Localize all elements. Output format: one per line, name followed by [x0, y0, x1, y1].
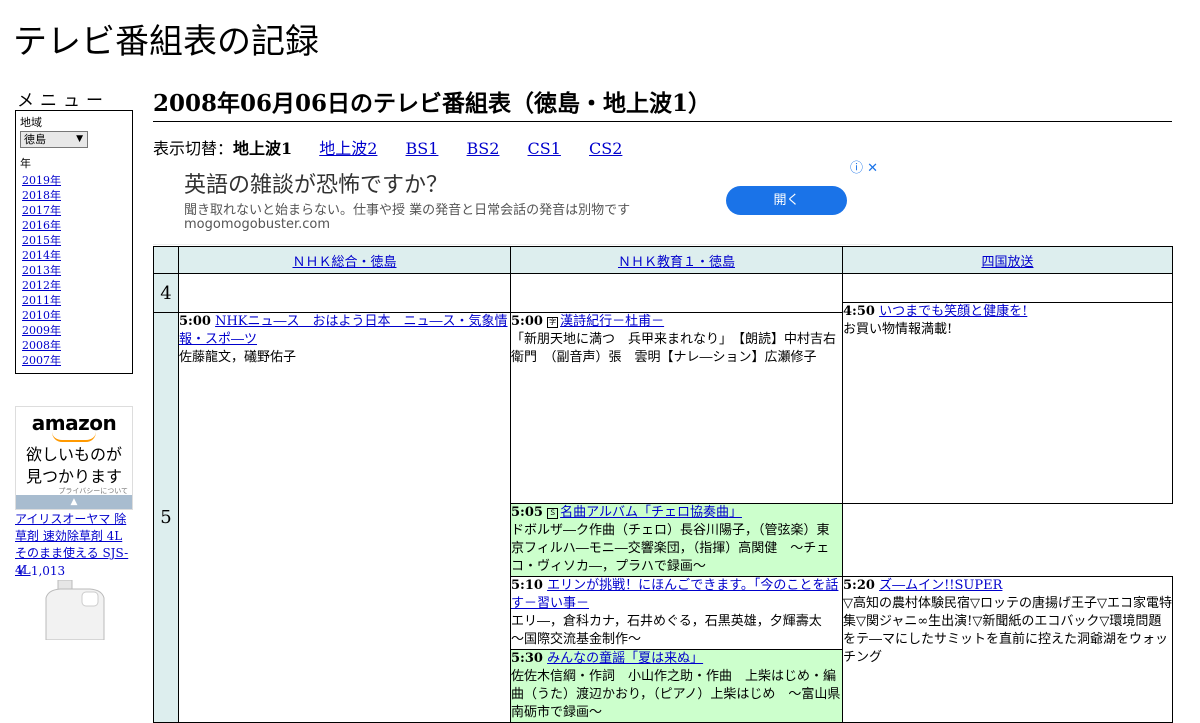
caption-icon: 字	[547, 317, 559, 328]
year-link-2010[interactable]: 2010年	[22, 309, 61, 322]
program-cell: 5:00 字漢詩紀行－杜甫－ 「新朋天地に満つ 兵甲来まれなり」 【朗読】中村吉…	[510, 312, 843, 504]
program-time: 4:50	[843, 304, 875, 319]
program-time: 5:20	[843, 578, 875, 593]
ad-tagline-1: 欲しいものが	[25, 445, 122, 464]
year-link-2007[interactable]: 2007年	[22, 354, 61, 367]
year-link-2012[interactable]: 2012年	[22, 279, 61, 292]
program-time: 5:00	[511, 314, 543, 329]
program-title-link[interactable]: みんなの童謡「夏は来ぬ」	[547, 651, 703, 666]
program-cell: 5:10 エリンが挑戦！にほんごできます。「今のことを話す－習い事－ エリ―，倉…	[510, 576, 843, 650]
ad-expand-bar[interactable]: ▲	[16, 495, 132, 509]
banner-text: 聞き取れないと始まらない。仕事や授 業の発音と日常会話の発音は別物です	[184, 203, 631, 218]
program-desc: 「新朋天地に満つ 兵甲来まれなり」 【朗読】中村吉右衛門 （副音声）張 雲明【ナ…	[511, 332, 837, 365]
year-link-2014[interactable]: 2014年	[22, 249, 61, 262]
year-link-2017[interactable]: 2017年	[22, 204, 61, 217]
menu-heading: メニュー	[17, 91, 109, 111]
program-desc: お買い物情報満載!	[843, 322, 953, 337]
year-link-2009[interactable]: 2009年	[22, 324, 61, 337]
hour-cell: 4	[153, 273, 179, 313]
program-title-link[interactable]: いつまでも笑顔と健康を!	[879, 304, 1027, 319]
program-time: 5:05	[511, 505, 543, 520]
amazon-ad[interactable]: amazon 欲しいものが 見つかります プライバシーについて ▲	[15, 406, 133, 510]
program-title-link[interactable]: NHKニュ―ス おはよう日本 ニュ―ス・気象情報・スポ―ツ	[179, 314, 508, 347]
site-title: テレビ番組表の記録	[13, 22, 319, 62]
year-link-2011[interactable]: 2011年	[22, 294, 61, 307]
year-link-2015[interactable]: 2015年	[22, 234, 61, 247]
region-label: 地域	[20, 116, 42, 129]
channel-link-nhk-edu[interactable]: ＮＨＫ教育１・徳島	[618, 255, 735, 270]
empty-cell	[510, 273, 843, 313]
program-desc: ドボルザ―ク作曲（チェロ）長谷川陽子，（管弦楽）東京フィルハ―モニ―交響楽団，（…	[511, 523, 830, 574]
banner-domain: mogomogobuster.com	[184, 217, 331, 232]
program-desc: 佐藤龍文，礒野佑子	[179, 350, 297, 365]
empty-cell	[178, 273, 511, 313]
channel-header: 四国放送	[842, 246, 1173, 274]
program-desc: ▽高知の農村体験民宿▽ロッテの唐揚げ王子▽エコ家電特集▽関ジャニ∞生出演!▽新聞…	[843, 596, 1172, 665]
menu-box: 地域 徳島 ▼ 年 2019年 2018年 2017年 2016年 2015年 …	[15, 110, 133, 374]
year-link-2013[interactable]: 2013年	[22, 264, 61, 277]
program-cell: 4:50 いつまでも笑顔と健康を! お買い物情報満載!	[842, 302, 1173, 504]
program-guide-table: ＮＨＫ総合・徳島 ＮＨＫ教育１・徳島 四国放送 4 4:50 いつまでも笑顔と健…	[153, 246, 1173, 723]
year-link-2018[interactable]: 2018年	[22, 189, 61, 202]
program-time: 5:10	[511, 578, 543, 593]
stereo-icon: Ｓ	[547, 508, 559, 519]
caret-up-icon: ▲	[70, 497, 78, 507]
year-link-2019[interactable]: 2019年	[22, 174, 61, 187]
program-cell: 5:30 みんなの童謡「夏は来ぬ」 佐佐木信綱・作詞 小山作之助・作曲 上柴はじ…	[510, 649, 843, 723]
ad-info-close-icon[interactable]: ⓘ ✕	[850, 157, 878, 176]
year-link-2008[interactable]: 2008年	[22, 339, 61, 352]
product-price: ￥ 1,013	[15, 564, 66, 578]
ad-tagline-2: 見つかります	[25, 467, 122, 486]
year-list: 2019年 2018年 2017年 2016年 2015年 2014年 2013…	[22, 173, 128, 368]
product-bottle-image[interactable]	[38, 580, 112, 640]
channel-link-shikoku[interactable]: 四国放送	[981, 255, 1033, 270]
channel-link-nhk-general[interactable]: ＮＨＫ総合・徳島	[292, 255, 396, 270]
region-selected-value: 徳島	[24, 133, 46, 146]
program-time: 5:30	[511, 651, 543, 666]
region-select[interactable]: 徳島 ▼	[20, 131, 88, 148]
amazon-logo: amazon	[31, 411, 117, 435]
program-title-link[interactable]: エリンが挑戦！にほんごできます。「今のことを話す－習い事－	[511, 578, 838, 611]
program-time: 5:00	[179, 314, 211, 329]
program-cell: 5:05 Ｓ 名曲アルバム「チェロ協奏曲」 ドボルザ―ク作曲（チェロ）長谷川陽子，…	[510, 503, 843, 577]
program-title-link[interactable]: ズ―ムイン!!SUPER	[879, 578, 1002, 593]
channel-header-row: ＮＨＫ総合・徳島 ＮＨＫ教育１・徳島 四国放送	[153, 246, 1173, 274]
program-title-link[interactable]: 名曲アルバム「チェロ協奏曲」	[560, 505, 742, 520]
corner-cell	[153, 246, 179, 274]
program-cell: 5:20 ズ―ムイン!!SUPER ▽高知の農村体験民宿▽ロッテの唐揚げ王子▽エ…	[842, 576, 1173, 723]
program-desc: 佐佐木信綱・作詞 小山作之助・作曲 上柴はじめ・編曲（うた）渡辺かおり，（ピアノ…	[511, 669, 841, 720]
dropdown-arrow-icon: ▼	[76, 134, 83, 144]
empty-cell	[842, 273, 1173, 303]
hour-cell: 5	[153, 312, 179, 723]
program-cell: 5:00 NHKニュ―ス おはよう日本 ニュ―ス・気象情報・スポ―ツ 佐藤龍文，…	[178, 312, 511, 723]
program-desc: エリ―，倉科カナ，石井めぐる，石黒英雄，夕輝壽太 ～国際交流基金制作～	[511, 614, 835, 647]
hour-row-4a: 4	[153, 273, 1173, 313]
program-title-link[interactable]: 漢詩紀行－杜甫－	[560, 314, 664, 329]
year-link-2016[interactable]: 2016年	[22, 219, 61, 232]
channel-header: ＮＨＫ教育１・徳島	[510, 246, 843, 274]
channel-header: ＮＨＫ総合・徳島	[178, 246, 511, 274]
banner-title: 英語の雑談が恐怖ですか？	[184, 173, 449, 198]
banner-ad[interactable]: 英語の雑談が恐怖ですか？ 聞き取れないと始まらない。仕事や授 業の発音と日常会話…	[153, 156, 880, 245]
page-heading: 2008年06月06日のテレビ番組表（徳島・地上波1）	[153, 84, 1172, 122]
year-label: 年	[20, 157, 31, 170]
banner-open-button[interactable]: 開く	[726, 186, 847, 215]
